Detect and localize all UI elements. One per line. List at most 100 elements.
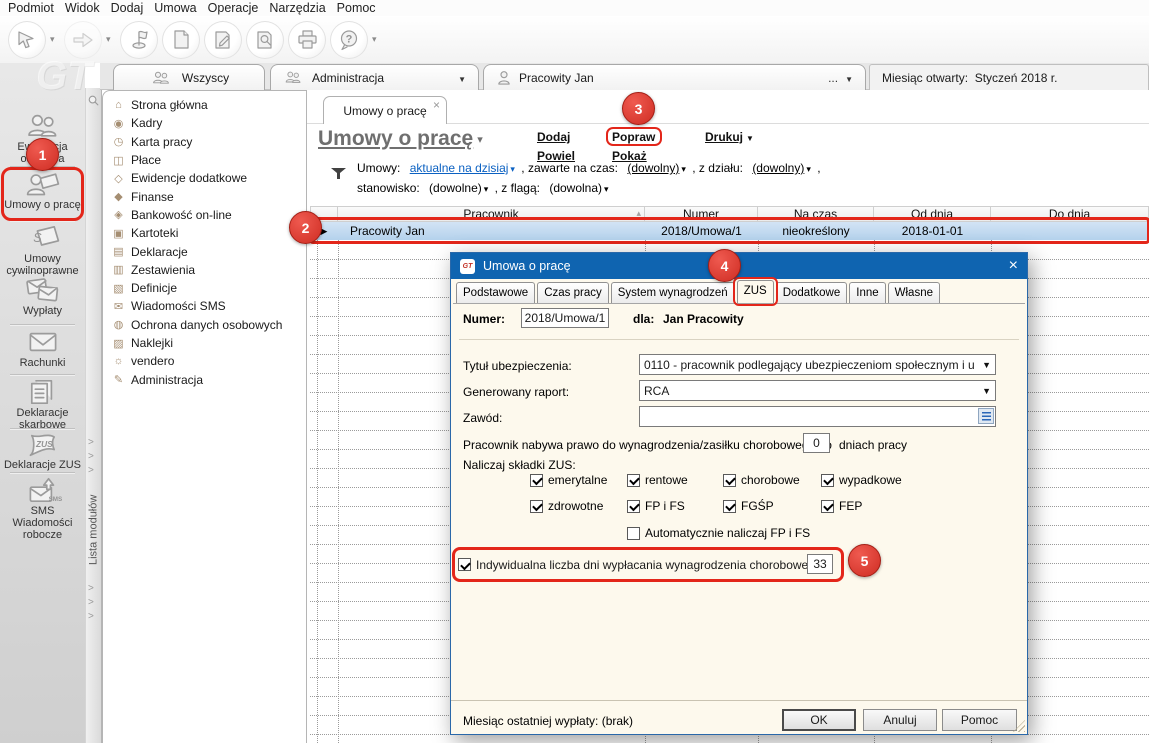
select-arrow-button[interactable] [8, 21, 46, 59]
edit-document-button[interactable] [204, 21, 242, 59]
table-header-numer[interactable]: Numer [645, 206, 758, 222]
tab-wszyscy[interactable]: Wszyscy [113, 64, 265, 90]
anuluj-button[interactable]: Anuluj [863, 709, 937, 731]
module-wyplaty[interactable]: Wypłaty [0, 276, 85, 322]
table-header-pracownik[interactable]: Pracownik [338, 206, 645, 222]
page-title[interactable]: Umowy o pracę [318, 127, 483, 151]
dialog-tab-podstawowe[interactable]: Podstawowe [456, 282, 535, 303]
help-dropdown-icon[interactable] [372, 34, 382, 45]
checkbox-indyw[interactable] [458, 558, 471, 571]
checkbox-chorobowe[interactable]: chorobowe [723, 473, 800, 487]
checkbox-fgsp[interactable]: FGŚP [723, 499, 774, 513]
menu-widok[interactable]: Widok [65, 1, 111, 15]
tree-item-deklaracje[interactable]: ▤Deklaracje [103, 242, 306, 260]
filter-dzial-value[interactable]: (dowolny) [752, 161, 804, 175]
tree-item-administracja[interactable]: ✎Administracja [103, 370, 306, 388]
filter-zawarte-value[interactable]: (dowolny) [627, 161, 679, 175]
tab-dropdown-icon[interactable] [458, 71, 466, 85]
help-button[interactable]: ? [330, 21, 368, 59]
numer-input[interactable]: 2018/Umowa/1 [521, 308, 609, 328]
chevron-down-icon[interactable] [477, 132, 483, 146]
tree-item-karta-pracy[interactable]: ◷Karta pracy [103, 133, 306, 151]
module-deklaracje-zus[interactable]: ZUS Deklaracje ZUS [0, 430, 85, 472]
send-button[interactable] [64, 21, 102, 59]
raport-select[interactable]: RCA [639, 380, 996, 401]
tree-item-definicje[interactable]: ▧Definicje [103, 279, 306, 297]
module-sms-robocze[interactable]: SMS SMS Wiadomości robocze [0, 476, 85, 540]
table-row-pracowity-jan[interactable]: Pracowity Jan 2018/Umowa/1 nieokreślony … [310, 222, 1149, 240]
tree-item-ewidencje-dodatkowe[interactable]: ◇Ewidencje dodatkowe [103, 169, 306, 187]
close-icon[interactable] [433, 98, 440, 112]
tree-item-bankowosc[interactable]: ◈Bankowość on-line [103, 206, 306, 224]
checkbox-auto-fp[interactable]: Automatycznie naliczaj FP i FS [627, 526, 810, 540]
tree-item-finanse[interactable]: ◆Finanse [103, 187, 306, 205]
tree-item-strona-glowna[interactable]: ⌂Strona główna [103, 96, 306, 114]
menu-dodaj[interactable]: Dodaj [111, 1, 155, 15]
ok-button[interactable]: OK [782, 709, 856, 731]
chevron-right-icon[interactable] [88, 437, 94, 448]
tree-item-kartoteki[interactable]: ▣Kartoteki [103, 224, 306, 242]
menu-podmiot[interactable]: Podmiot [8, 1, 65, 15]
module-deklaracje-skarbowe[interactable]: Deklaracje skarbowe [0, 378, 85, 428]
chevron-right-icon[interactable] [88, 597, 94, 608]
checkbox-emerytalne[interactable]: emerytalne [530, 473, 607, 487]
drukuj-link[interactable]: Drukuj [705, 130, 754, 144]
select-arrow-dropdown-icon[interactable] [50, 34, 60, 45]
flag-button[interactable] [120, 21, 158, 59]
send-dropdown-icon[interactable] [106, 34, 116, 45]
checkbox-fp-fs[interactable]: FP i FS [627, 499, 685, 513]
tab-pracowity-jan[interactable]: Pracowity Jan ... [483, 64, 866, 90]
module-umowy-cywilnoprawne[interactable]: S Umowy cywilnoprawne [0, 224, 85, 274]
table-header-do-dnia[interactable]: Do dnia [991, 206, 1149, 222]
tree-item-ochrona-danych[interactable]: ◍Ochrona danych osobowych [103, 316, 306, 334]
tab-dropdown-icon[interactable] [845, 71, 853, 85]
tab-administracja[interactable]: Administracja [270, 64, 479, 90]
tree-item-place[interactable]: ◫Płace [103, 151, 306, 169]
tree-item-wiadomosci-sms[interactable]: ✉Wiadomości SMS [103, 297, 306, 315]
menu-narzedzia[interactable]: Narzędzia [269, 1, 336, 15]
checkbox-zdrowotne[interactable]: zdrowotne [530, 499, 603, 513]
tab-umowy-o-prace[interactable]: Umowy o pracę [323, 96, 447, 124]
tree-item-kadry[interactable]: ◉Kadry [103, 114, 306, 132]
module-strip[interactable] [85, 88, 102, 743]
indyw-days-input[interactable]: 33 [807, 554, 833, 574]
zawod-input[interactable] [639, 406, 996, 427]
table-header-od-dnia[interactable]: Od dnia [874, 206, 991, 222]
filter-funnel-icon[interactable] [331, 168, 346, 179]
print-button[interactable] [288, 21, 326, 59]
module-umowy-o-prace[interactable]: Umowy o pracę [0, 170, 85, 218]
checkbox-rentowe[interactable]: rentowe [627, 473, 688, 487]
pomoc-button[interactable]: Pomoc [942, 709, 1017, 731]
tree-item-vendero[interactable]: ☼vendero [103, 352, 306, 370]
chevron-right-icon[interactable] [88, 465, 94, 476]
dodaj-link[interactable]: Dodaj [537, 130, 570, 144]
chevron-right-icon[interactable] [88, 611, 94, 622]
table-header-na-czas[interactable]: Na czas [758, 206, 874, 222]
dialog-tab-czas-pracy[interactable]: Czas pracy [537, 282, 609, 303]
new-document-button[interactable] [162, 21, 200, 59]
dialog-tab-dodatkowe[interactable]: Dodatkowe [776, 282, 848, 303]
menu-umowa[interactable]: Umowa [154, 1, 207, 15]
popraw-link[interactable]: Popraw [612, 130, 655, 144]
checkbox-fep[interactable]: FEP [821, 499, 862, 513]
close-icon[interactable] [1009, 257, 1018, 275]
filter-stanowisko-value[interactable]: (dowolne) [429, 181, 482, 195]
menu-pomoc[interactable]: Pomoc [337, 1, 387, 15]
chevron-right-icon[interactable] [88, 451, 94, 462]
dialog-tab-inne[interactable]: Inne [849, 282, 885, 303]
filter-flaga-value[interactable]: (dowolna) [549, 181, 602, 195]
dialog-tab-wlasne[interactable]: Własne [888, 282, 940, 303]
module-rachunki[interactable]: Rachunki [0, 328, 85, 372]
zawod-list-button[interactable] [978, 408, 994, 424]
menu-operacje[interactable]: Operacje [208, 1, 270, 15]
dialog-tab-system-wynagrodzen[interactable]: System wynagrodzeń [611, 282, 735, 303]
tab-ellipsis[interactable]: ... [828, 71, 838, 85]
preview-document-button[interactable] [246, 21, 284, 59]
checkbox-wypadkowe[interactable]: wypadkowe [821, 473, 902, 487]
nabywa-days-input[interactable]: 0 [803, 433, 830, 453]
filter-umowy-value[interactable]: aktualne na dzisiaj [410, 161, 509, 175]
tree-item-naklejki[interactable]: ▨Naklejki [103, 334, 306, 352]
tytul-select[interactable]: 0110 - pracownik podlegający ubezpieczen… [639, 354, 996, 375]
dialog-tab-zus[interactable]: ZUS [737, 280, 774, 303]
tree-item-zestawienia[interactable]: ▥Zestawienia [103, 261, 306, 279]
